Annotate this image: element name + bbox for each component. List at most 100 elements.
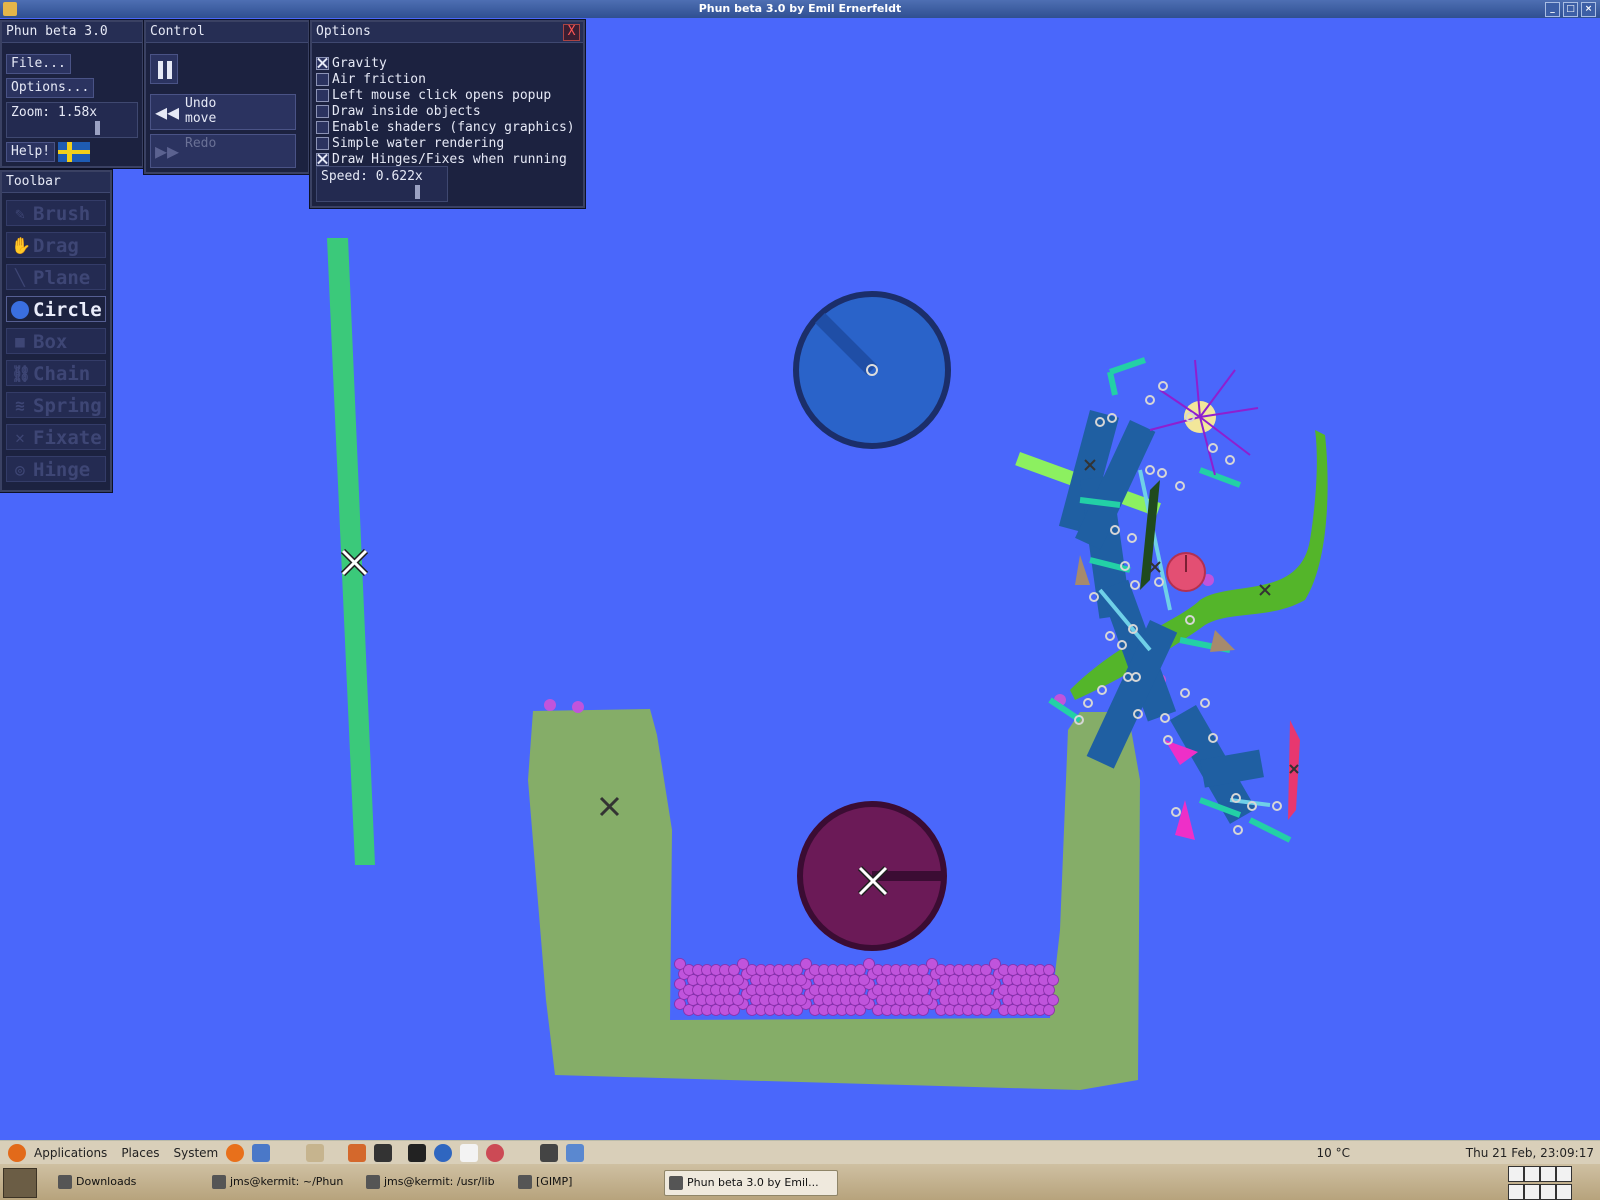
option-checkbox[interactable] [316, 57, 329, 70]
ball[interactable] [1047, 974, 1059, 986]
zoom-slider-knob[interactable] [95, 121, 100, 135]
ball[interactable] [572, 701, 584, 713]
fast-forward-icon: ▶▶ [155, 139, 180, 163]
hinge-marker[interactable] [1225, 455, 1235, 465]
ball[interactable] [1043, 1004, 1055, 1016]
undo-label-2: move [185, 111, 217, 126]
blue-wheel[interactable] [793, 291, 951, 449]
gimp-launcher-icon[interactable] [348, 1144, 367, 1162]
menu-places[interactable]: Places [121, 1146, 159, 1160]
control-panel-title: Control [146, 22, 308, 43]
pause-button[interactable] [150, 54, 178, 84]
redo-button[interactable]: ▶▶ Redo [150, 134, 296, 168]
hinge-marker[interactable] [1105, 631, 1115, 641]
hinge-marker[interactable] [1233, 825, 1243, 835]
option-row[interactable]: Draw Hinges/Fixes when running [316, 152, 567, 167]
tool-circle[interactable]: Circle [6, 296, 106, 322]
option-checkbox[interactable] [316, 73, 329, 86]
terminal-launcher-icon[interactable] [374, 1144, 393, 1162]
task-app-icon [669, 1176, 683, 1190]
home-launcher-icon[interactable] [306, 1144, 325, 1162]
option-row[interactable]: Air friction [316, 72, 426, 87]
hinge-marker[interactable] [1171, 807, 1181, 817]
speed-slider-knob[interactable] [415, 185, 420, 199]
show-desktop-icon[interactable] [3, 1168, 37, 1198]
green-pole[interactable] [327, 238, 375, 865]
taskbar-task[interactable]: Phun beta 3.0 by Emil... [664, 1170, 838, 1196]
inkscape-launcher-icon[interactable] [408, 1144, 427, 1162]
zoom-slider[interactable]: Zoom: 1.58x [6, 102, 138, 138]
taskbar-task[interactable]: [GIMP] [514, 1170, 676, 1194]
monitor-launcher-icon[interactable] [540, 1144, 559, 1162]
option-checkbox[interactable] [316, 105, 329, 118]
hinge-marker[interactable] [1097, 685, 1107, 695]
hinge-marker[interactable] [1180, 688, 1190, 698]
menu-applications[interactable]: Applications [34, 1146, 107, 1160]
close-window-button[interactable]: × [1581, 2, 1596, 17]
hinge-marker[interactable] [1200, 698, 1210, 708]
simulation-canvas[interactable] [0, 18, 1600, 1140]
hinge-icon: ◎ [15, 460, 25, 479]
file-button[interactable]: File... [6, 54, 71, 74]
option-row[interactable]: Left mouse click opens popup [316, 88, 551, 103]
hinge-marker[interactable] [1158, 381, 1168, 391]
options-panel: Options X Gravity Air friction Left mouse … [310, 20, 585, 208]
option-checkbox[interactable] [316, 137, 329, 150]
option-row[interactable]: Enable shaders (fancy graphics) [316, 120, 575, 135]
hinge-marker[interactable] [1154, 577, 1164, 587]
swedish-flag-icon[interactable] [58, 142, 90, 162]
phun-main-panel: Phun beta 3.0 File... Options... Zoom: 1… [0, 20, 144, 168]
ball[interactable] [1047, 994, 1059, 1006]
workspace-switcher[interactable] [1508, 1166, 1572, 1200]
tool-chain[interactable]: ⛓ Chain [6, 360, 106, 386]
options-button[interactable]: Options... [6, 78, 95, 98]
disc-launcher-icon[interactable] [486, 1144, 505, 1162]
tool-plane[interactable]: ╲ Plane [6, 264, 106, 290]
hinge-marker[interactable] [1145, 395, 1155, 405]
option-row[interactable]: Draw inside objects [316, 104, 481, 119]
settings-launcher-icon[interactable] [566, 1144, 585, 1162]
clock[interactable]: Thu 21 Feb, 23:09:17 [1466, 1141, 1594, 1165]
help-button[interactable]: Help! [6, 142, 56, 162]
hinge-marker[interactable] [1157, 468, 1167, 478]
option-checkbox[interactable] [316, 153, 329, 166]
contraption[interactable] [1015, 357, 1328, 843]
tool-drag[interactable]: ✋ Drag [6, 232, 106, 258]
taskbar-task[interactable]: jms@kermit: /usr/lib [362, 1170, 530, 1194]
task-label: Phun beta 3.0 by Emil... [687, 1176, 819, 1189]
hinge-marker[interactable] [1083, 698, 1093, 708]
firefox-launcher-icon[interactable] [226, 1144, 245, 1162]
hinge-marker[interactable] [1127, 533, 1137, 543]
editor-launcher-icon[interactable] [460, 1144, 479, 1162]
tool-label: Spring [33, 395, 102, 417]
ball[interactable] [544, 699, 556, 711]
tool-brush[interactable]: ✎ Brush [6, 200, 106, 226]
hinge-marker[interactable] [1130, 580, 1140, 590]
option-row[interactable]: Gravity [316, 56, 387, 71]
close-options-button[interactable]: X [563, 24, 580, 41]
menu-system[interactable]: System [173, 1146, 218, 1160]
tool-fixate[interactable]: ✕ Fixate [6, 424, 106, 450]
speed-slider[interactable]: Speed: 0.622x [316, 166, 448, 202]
option-checkbox[interactable] [316, 121, 329, 134]
undo-button[interactable]: ◀◀ Undo move [150, 94, 296, 130]
tool-box[interactable]: ■ Box [6, 328, 106, 354]
option-row[interactable]: Simple water rendering [316, 136, 504, 151]
tool-hinge[interactable]: ◎ Hinge [6, 456, 106, 482]
hinge-marker[interactable] [1145, 465, 1155, 475]
maximize-button[interactable]: □ [1563, 2, 1578, 17]
mail-launcher-icon[interactable] [252, 1144, 271, 1162]
minimize-button[interactable]: _ [1545, 2, 1560, 17]
hinge-marker[interactable] [1175, 481, 1185, 491]
hinge-marker[interactable] [1208, 443, 1218, 453]
option-checkbox[interactable] [316, 89, 329, 102]
tool-spring[interactable]: ≋ Spring [6, 392, 106, 418]
ubuntu-logo-icon[interactable] [8, 1144, 26, 1162]
weather-applet[interactable]: 10 °C [1317, 1141, 1350, 1165]
ball[interactable] [1043, 964, 1055, 976]
taskbar-task[interactable]: jms@kermit: ~/Phun [208, 1170, 376, 1194]
hinge-marker[interactable] [1272, 801, 1282, 811]
network-launcher-icon[interactable] [434, 1144, 453, 1162]
taskbar-task[interactable]: Downloads [54, 1170, 222, 1194]
ball[interactable] [1043, 984, 1055, 996]
